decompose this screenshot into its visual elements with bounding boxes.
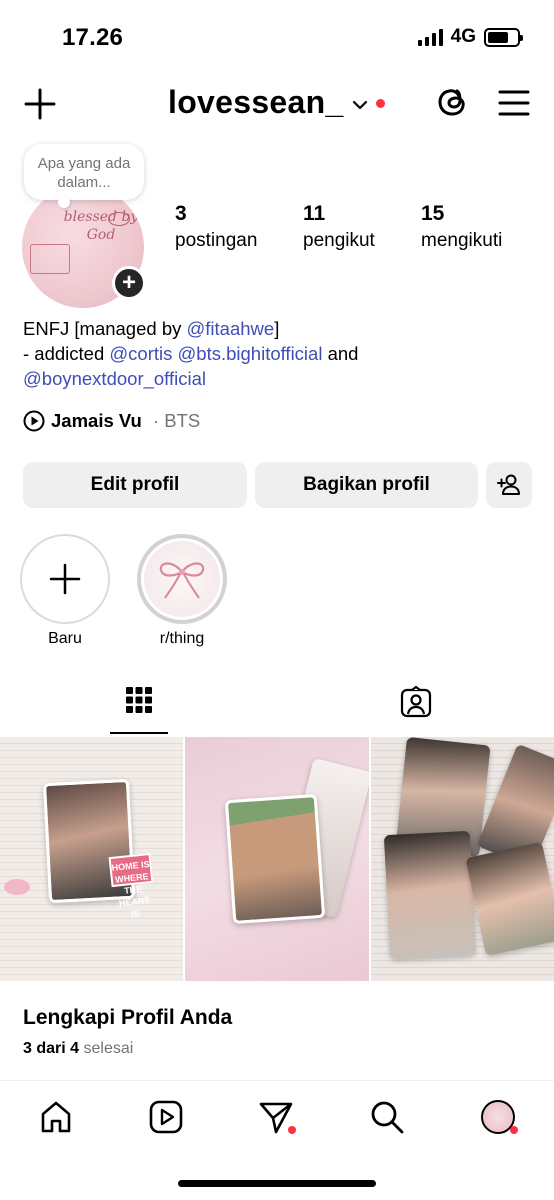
photocard xyxy=(225,793,326,925)
music-separator: · xyxy=(147,410,165,431)
grid-icon xyxy=(125,687,152,713)
mention-link[interactable]: @cortis xyxy=(109,343,172,364)
avatar-doodle xyxy=(30,244,70,274)
bottom-nav-divider xyxy=(0,1080,554,1081)
avatar-bow xyxy=(108,212,130,226)
profile-header: lovessean_ xyxy=(0,78,554,132)
stat-following-value: 15 xyxy=(421,202,445,225)
mention-link[interactable]: @boynextdoor_official xyxy=(23,368,206,389)
note-bubble[interactable]: Apa yang ada dalam... xyxy=(24,144,144,208)
post-thumbnail[interactable] xyxy=(185,737,369,981)
complete-profile-progress: 3 dari 4 selesai xyxy=(23,1040,134,1057)
status-time: 17.26 xyxy=(62,24,124,51)
notification-dot xyxy=(375,99,385,108)
photocard xyxy=(383,830,476,960)
tab-posts-grid[interactable] xyxy=(0,680,277,736)
highlight-label: Baru xyxy=(48,630,82,647)
network-type: 4G xyxy=(450,26,476,47)
add-story-button[interactable]: + xyxy=(112,266,146,300)
post-thumbnail[interactable] xyxy=(370,737,554,981)
complete-profile-title: Lengkapi Profil Anda xyxy=(23,1006,233,1029)
stat-posts[interactable]: 3 postingan xyxy=(175,202,257,252)
play-icon xyxy=(23,410,45,432)
music-artist: BTS xyxy=(164,410,201,431)
bio: ENFJ [managed by @fitaahwe] - addicted @… xyxy=(23,316,533,391)
stat-following-label: mengikuti xyxy=(421,230,503,251)
chevron-down-icon xyxy=(352,100,367,109)
avatar-text: blessed by God xyxy=(63,209,139,243)
stat-following[interactable]: 15 mengikuti xyxy=(421,202,502,252)
nav-search[interactable] xyxy=(368,1098,406,1136)
active-tab-indicator xyxy=(110,732,168,734)
stat-posts-label: postingan xyxy=(175,230,258,251)
stat-followers-value: 11 xyxy=(303,202,326,225)
nav-home[interactable] xyxy=(37,1098,75,1136)
username: lovessean_ xyxy=(168,84,344,120)
home-icon xyxy=(41,1101,71,1133)
share-profile-button[interactable]: Bagikan profil xyxy=(255,462,478,508)
signal-icon xyxy=(417,28,443,46)
threads-icon[interactable] xyxy=(434,84,470,120)
post-thumbnail[interactable]: HOME IS WHERE THE HEART IS xyxy=(0,737,184,981)
highlight-new[interactable]: Baru xyxy=(20,534,110,648)
plus-icon xyxy=(49,563,81,595)
photocard xyxy=(465,841,554,957)
highlight-ring xyxy=(20,534,110,624)
bow-icon xyxy=(159,562,205,599)
status-bar: 17.26 4G xyxy=(0,0,554,76)
reels-icon xyxy=(149,1100,183,1134)
bio-line-2: - addicted @cortis @bts.bighitofficial a… xyxy=(23,343,359,364)
nav-reels[interactable] xyxy=(147,1098,185,1136)
bow-sticker xyxy=(4,879,30,895)
search-icon xyxy=(371,1101,404,1134)
highlight-cover xyxy=(144,541,220,617)
edit-profile-button[interactable]: Edit profil xyxy=(23,462,247,508)
profile-music[interactable]: Jamais Vu · BTS xyxy=(23,410,200,432)
mention-link[interactable]: @bts.bighitofficial xyxy=(178,343,323,364)
note-placeholder: Apa yang ada dalam... xyxy=(37,155,131,191)
posts-grid: HOME IS WHERE THE HEART IS xyxy=(0,737,554,981)
stat-followers-label: pengikut xyxy=(303,230,375,251)
music-song: Jamais Vu xyxy=(51,410,142,431)
bio-line-1: ENFJ [managed by @fitaahwe] xyxy=(23,318,280,339)
plus-icon[interactable] xyxy=(22,86,58,122)
battery-icon xyxy=(484,27,523,47)
discover-people-button[interactable] xyxy=(486,462,532,508)
highlight-label: r/thing xyxy=(159,630,205,647)
status-indicators: 4G xyxy=(417,26,523,48)
profile-tabs xyxy=(0,680,554,736)
notification-dot xyxy=(510,1126,518,1134)
nav-profile[interactable] xyxy=(479,1098,518,1136)
tab-tagged[interactable] xyxy=(277,680,554,736)
highlight-r-thing[interactable]: r/thing xyxy=(137,534,227,648)
account-switcher[interactable]: lovessean_ xyxy=(168,84,385,121)
bio-line-3: @boynextdoor_official xyxy=(23,366,533,391)
mention-link[interactable]: @fitaahwe xyxy=(187,318,275,339)
tagged-icon xyxy=(400,686,431,718)
home-indicator xyxy=(178,1180,376,1187)
stat-followers[interactable]: 11 pengikut xyxy=(303,202,375,252)
nav-messages[interactable] xyxy=(257,1098,296,1136)
notification-dot xyxy=(288,1126,296,1134)
home-sticker: HOME IS WHERE THE HEART IS xyxy=(108,852,154,919)
menu-icon[interactable] xyxy=(498,88,530,118)
add-person-icon xyxy=(497,474,520,495)
stat-posts-value: 3 xyxy=(175,202,187,225)
highlight-ring xyxy=(137,534,227,624)
